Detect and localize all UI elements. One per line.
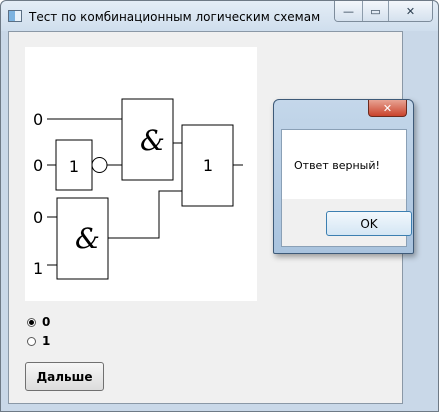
- input-label-3: 0: [33, 208, 43, 227]
- input-label-4: 1: [33, 259, 43, 278]
- caption-buttons: — ▭ ✕: [334, 1, 433, 22]
- next-button[interactable]: Дальше: [25, 362, 104, 391]
- and-gate-top-label: &: [140, 124, 165, 157]
- message-box: ✕ Ответ верный! OK: [273, 99, 414, 254]
- message-text-area: Ответ верный!: [282, 130, 406, 199]
- wire-and-bottom-out: [108, 190, 182, 239]
- title-bar[interactable]: Тест по комбинационным логическим схемам…: [1, 1, 438, 31]
- window-title: Тест по комбинационным логическим схемам: [29, 10, 321, 24]
- answer-option-0[interactable]: 0: [27, 315, 50, 329]
- circuit-svg: 0 0 0 1 1 1 & &: [33, 98, 243, 280]
- ok-button[interactable]: OK: [326, 211, 412, 236]
- close-icon: ✕: [382, 101, 393, 115]
- minimize-icon: —: [343, 4, 354, 18]
- radio-button-0[interactable]: [27, 317, 36, 327]
- message-close-button[interactable]: ✕: [368, 100, 407, 117]
- answer-option-label: 1: [42, 334, 51, 348]
- answer-option-1[interactable]: 1: [27, 334, 50, 348]
- or-gate-label: 1: [203, 156, 213, 175]
- radio-button-1[interactable]: [27, 336, 36, 346]
- maximize-icon: ▭: [370, 4, 381, 18]
- close-icon: ✕: [405, 4, 416, 18]
- radio-selected-dot: [29, 319, 34, 325]
- message-text: Ответ верный!: [294, 159, 380, 172]
- not-gate-label: 1: [69, 157, 79, 176]
- close-button[interactable]: ✕: [388, 1, 432, 21]
- input-label-1: 0: [33, 110, 43, 129]
- minimize-button[interactable]: —: [335, 1, 362, 21]
- maximize-button[interactable]: ▭: [362, 1, 388, 21]
- circuit-diagram: 0 0 0 1 1 1 & &: [25, 47, 257, 301]
- input-label-2: 0: [33, 156, 43, 175]
- answer-option-label: 0: [42, 315, 51, 329]
- and-gate-bottom-label: &: [75, 222, 100, 255]
- inversion-bubble: [91, 157, 108, 173]
- app-icon: [8, 10, 22, 22]
- message-body: Ответ верный! OK: [281, 129, 412, 247]
